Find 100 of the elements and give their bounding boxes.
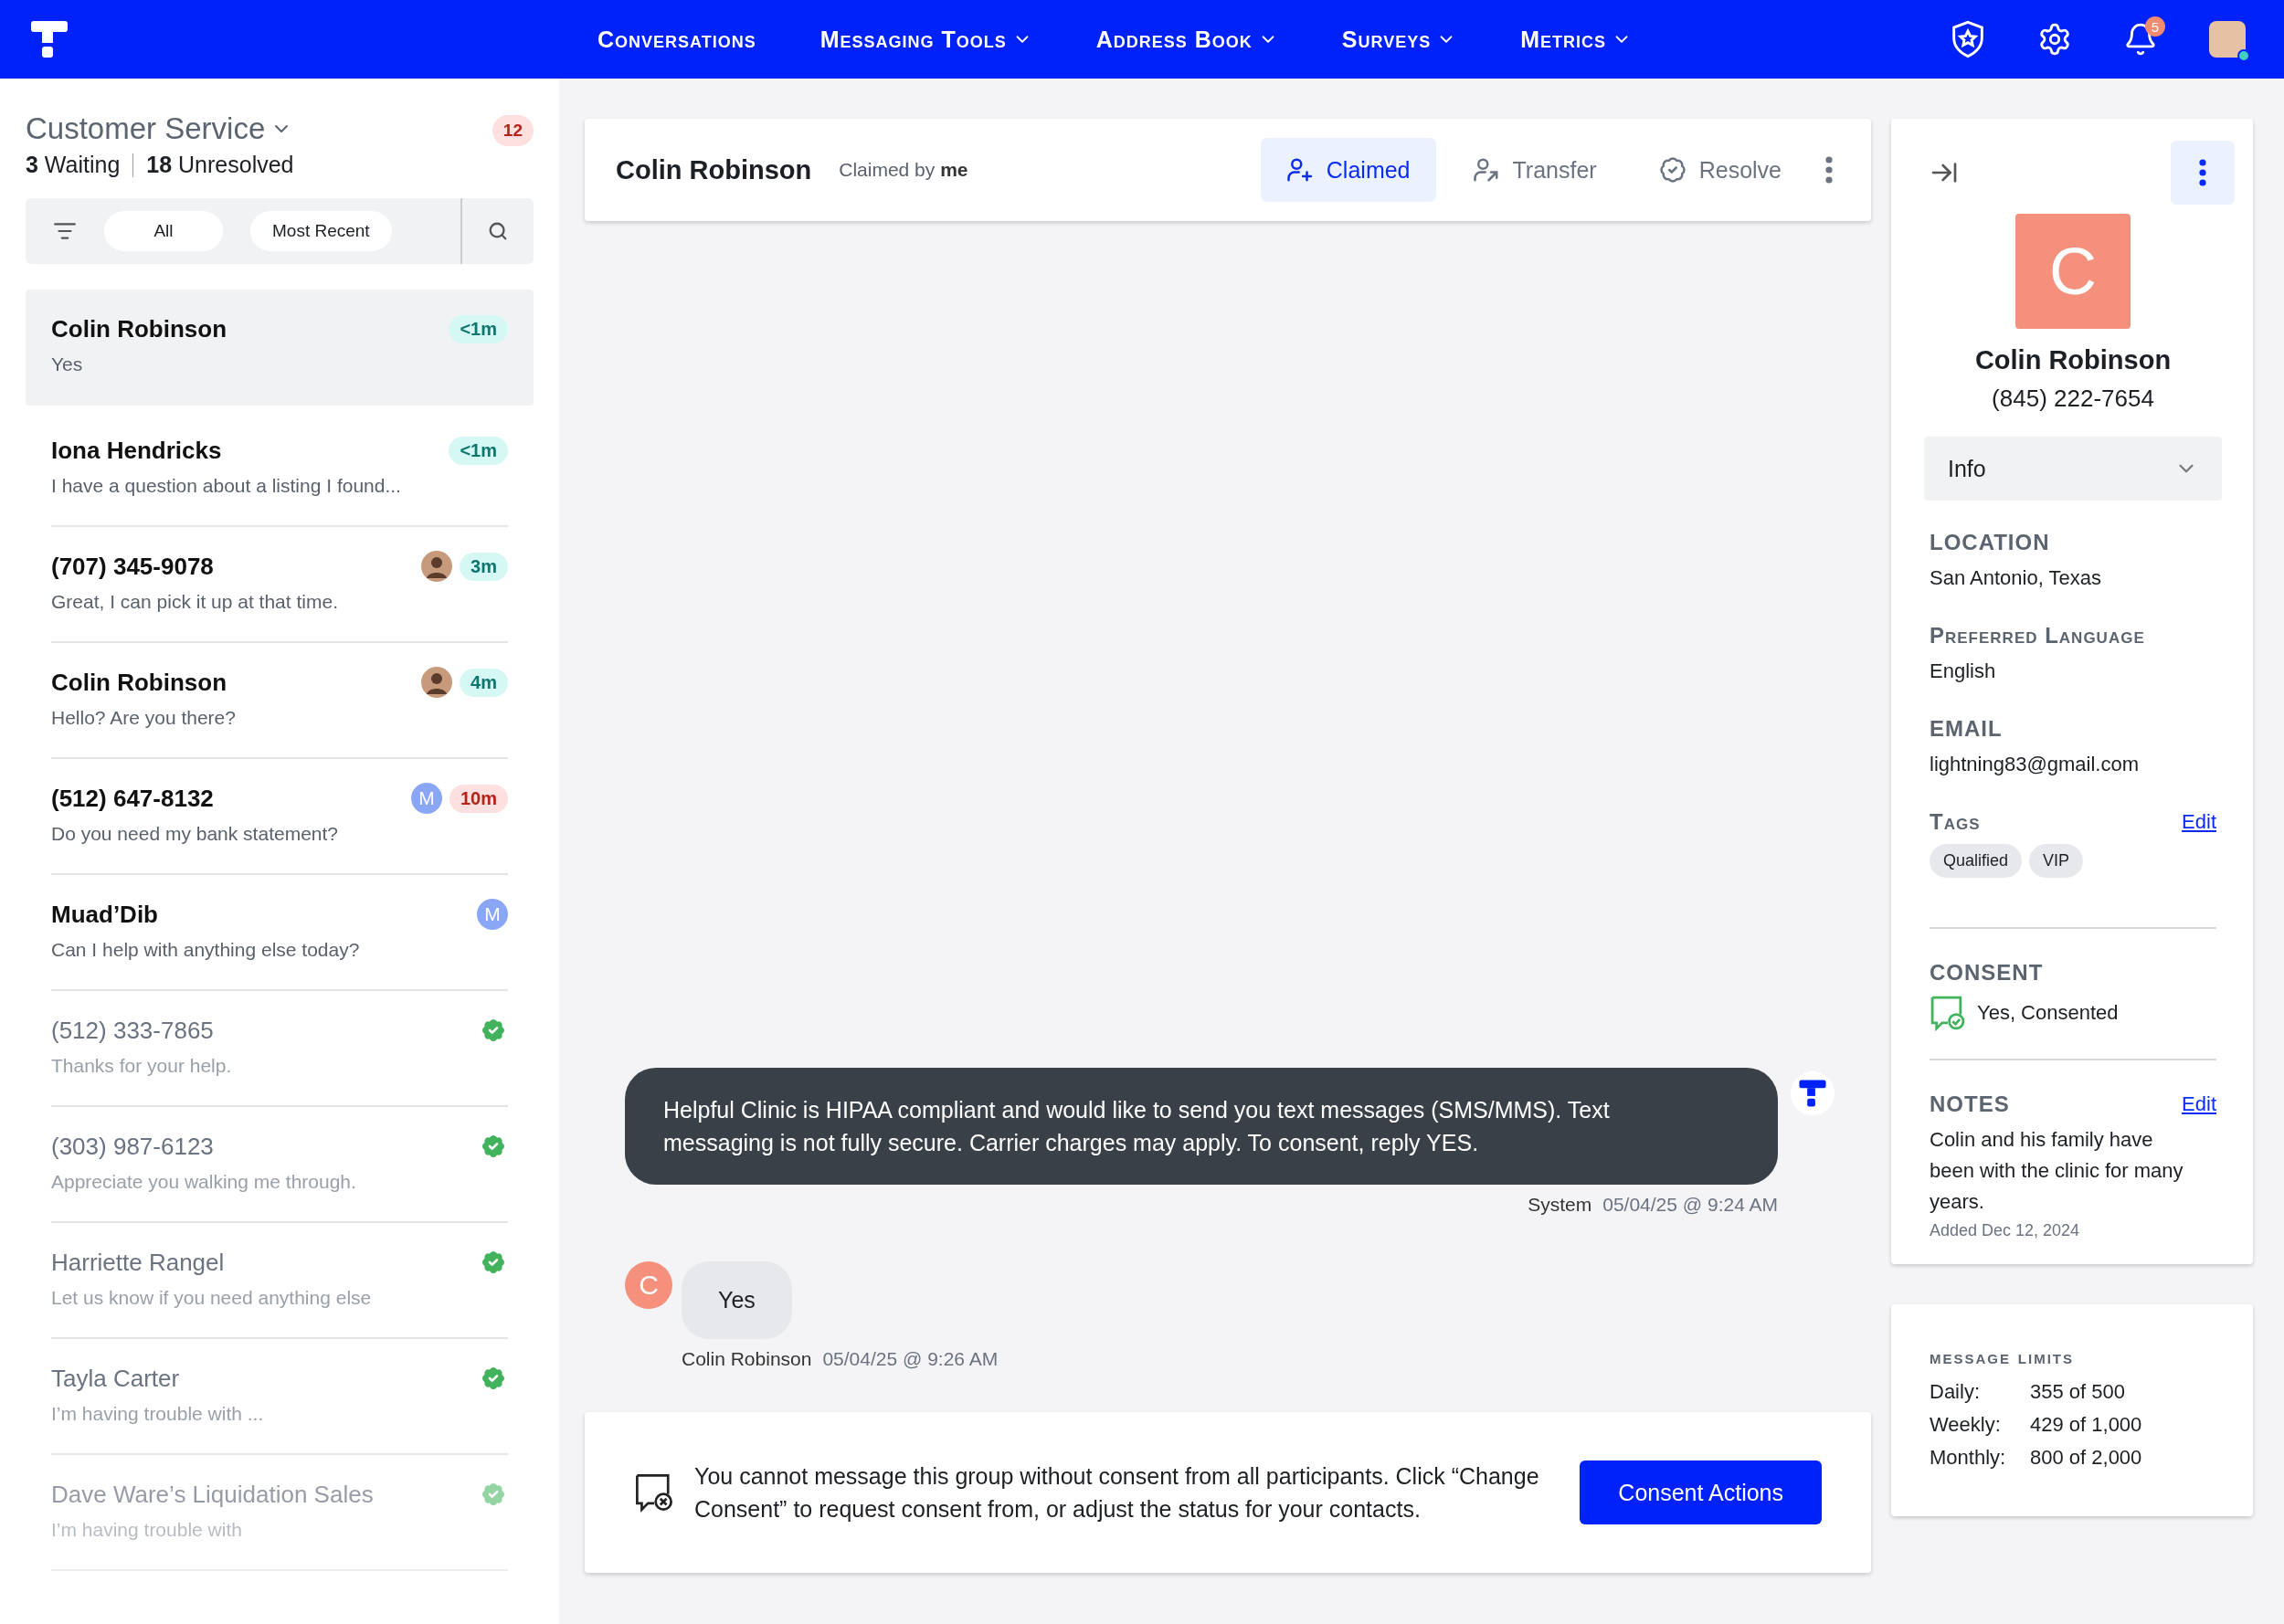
more-icon <box>1825 156 1833 184</box>
action-button[interactable]: Transfer <box>1446 138 1623 202</box>
more-icon <box>2199 159 2206 186</box>
search-icon <box>488 221 508 241</box>
contact-name: (512) 647-8132 <box>51 784 214 813</box>
bell-icon[interactable] <box>2123 22 2158 57</box>
conversation-item[interactable]: (512) 647-8132 M 10m Do you need my bank statement? <box>51 759 508 875</box>
contact-name: Harriette Rangel <box>51 1248 225 1277</box>
notice-text: You cannot message this group without consent from all participants. Click “Change Consent” to request consent from, or adjust the status for your contacts. <box>694 1462 1540 1524</box>
user-avatar <box>421 551 453 582</box>
edit-link[interactable]: Edit <box>2182 810 2216 834</box>
user-arrow-icon <box>1472 156 1500 184</box>
nav-menu-item[interactable]: Messaging Tools <box>819 26 1032 53</box>
message-preview: Great, I can pick it up at that time. <box>51 591 339 613</box>
user-plus-icon <box>1285 156 1314 184</box>
conversation-item[interactable]: (707) 345-9078 3m Great, I can pick it up at that time. <box>51 527 508 643</box>
contact-phone: (845) 222-7654 <box>1991 385 2155 413</box>
tag-chip: VIP <box>2029 844 2084 878</box>
settings-icon[interactable] <box>2037 22 2072 57</box>
time-badge: 3m <box>460 552 508 581</box>
conversation-item[interactable]: Iona Hendricks <1m I have a question about a listing I found... <box>51 411 508 527</box>
contact-name: Muad’Dib <box>51 900 158 929</box>
action-button[interactable]: Claimed <box>1260 138 1436 202</box>
user-avatar <box>421 667 453 698</box>
inbox-selector[interactable]: Customer Service <box>26 111 293 146</box>
more-button[interactable] <box>2171 141 2235 205</box>
message-preview: Can I help with anything else today? <box>51 939 361 961</box>
conversation-item[interactable]: (512) 333-7865 Thanks for your help. <box>51 991 508 1107</box>
contact-name: Dave Ware’s Liquidation Sales <box>51 1480 374 1509</box>
message-preview: Let us know if you need anything else <box>51 1287 373 1309</box>
message-bubble: Yes <box>682 1261 792 1339</box>
message-preview: I have a question about a listing I found... <box>51 475 402 497</box>
time-badge: <1m <box>449 436 508 465</box>
unresolved-count: 18 Unresolved <box>146 152 294 178</box>
contact-name: Iona Hendricks <box>51 436 222 465</box>
message-preview: Yes <box>51 353 84 375</box>
logo-icon <box>29 19 69 59</box>
field-label: NOTES <box>1930 1091 2010 1117</box>
card-title: message limits <box>1930 1346 2075 1368</box>
nav-menu-item[interactable]: Conversations <box>597 26 756 53</box>
contact-name: (303) 987-6123 <box>51 1132 214 1161</box>
contact-name: Colin Robinson <box>1973 345 2173 375</box>
chat-title: Colin Robinson <box>616 154 812 185</box>
time-badge: 10m <box>449 784 508 813</box>
limit-label: Monthly: <box>1930 1445 2007 1471</box>
message-check-icon <box>1930 995 1966 1031</box>
contact-name: Colin Robinson <box>51 668 227 697</box>
limit-label: Weekly: <box>1930 1412 2002 1438</box>
field-label: Tags <box>1930 809 1981 835</box>
section-dropdown[interactable]: Info <box>1924 437 2222 501</box>
nav-menu-item[interactable]: Surveys <box>1341 26 1457 53</box>
count-badge: 12 <box>492 115 534 146</box>
waiting-count: 3 Waiting <box>26 152 121 178</box>
conversation-item[interactable]: Colin Robinson <1m Yes <box>26 290 534 406</box>
contact-avatar: C <box>2015 214 2131 329</box>
message-preview: I’m having trouble with <box>51 1519 243 1541</box>
shield-icon[interactable] <box>1950 20 1986 58</box>
message-preview: Do you need my bank statement? <box>51 823 339 845</box>
contact-name: (512) 333-7865 <box>51 1016 214 1045</box>
message-preview: Appreciate you walking me through. <box>51 1171 357 1193</box>
message-preview: I’m having trouble with ... <box>51 1403 265 1425</box>
tag-chip: Qualified <box>1930 844 2023 878</box>
time-badge: 4m <box>460 668 508 697</box>
logo-icon <box>1798 1079 1827 1108</box>
conversation-item[interactable]: (303) 987-6123 Appreciate you walking me through. <box>51 1107 508 1223</box>
field-label: CONSENT <box>1930 960 2045 986</box>
notes-date: Added Dec 12, 2024 <box>1930 1221 2081 1240</box>
message-bubble: Helpful Clinic is HIPAA compliant and would like to send you text messages (SMS/MMS). Text messaging is not fully secure. Carrier charges may apply. To consent, reply YES. <box>625 1068 1778 1185</box>
check-badge-icon <box>1658 156 1687 184</box>
conversation-item[interactable]: Muad’Dib M Can I help with anything else today? <box>51 875 508 991</box>
consent-status: Yes, Consented <box>1977 1001 2119 1025</box>
timestamp: 05/04/25 @ 9:24 AM <box>1602 1194 1778 1216</box>
filter-pill[interactable]: All <box>104 211 223 251</box>
conversation-item[interactable]: Tayla Carter I’m having trouble with ... <box>51 1339 508 1455</box>
nav-menu-item[interactable]: Metrics <box>1520 26 1633 53</box>
contact-avatar: C <box>625 1261 672 1309</box>
message-x-icon <box>634 1472 674 1513</box>
action-button[interactable]: Resolve <box>1633 138 1807 202</box>
contact-name: (707) 345-9078 <box>51 552 214 581</box>
field-label: Preferred Language <box>1930 623 2146 649</box>
limit-label: Daily: <box>1930 1379 1981 1405</box>
sender-name: System <box>1528 1194 1592 1216</box>
conversation-item[interactable]: Harriette Rangel Let us know if you need anything else <box>51 1223 508 1339</box>
edit-link[interactable]: Edit <box>2182 1092 2216 1116</box>
user-avatar: M <box>477 899 508 930</box>
conversation-item[interactable]: Colin Robinson 4m Hello? Are you there? <box>51 643 508 759</box>
nav-menu-item[interactable]: Address Book <box>1095 26 1278 53</box>
field-value: English <box>1930 659 1997 684</box>
sender-name: Colin Robinson <box>682 1348 812 1370</box>
contact-name: Tayla Carter <box>51 1364 180 1393</box>
time-badge: <1m <box>449 314 508 343</box>
contact-name: Colin Robinson <box>51 314 227 343</box>
notification-badge: 5 <box>2145 16 2165 37</box>
user-avatar: M <box>410 783 442 814</box>
field-value: lightning83@gmail.com <box>1930 752 2140 777</box>
limit-value: 355 of 500 <box>2030 1379 2126 1405</box>
filter-pill[interactable]: Most Recent <box>250 211 392 251</box>
field-value: San Antonio, Texas <box>1930 565 2102 591</box>
message-preview: Thanks for your help. <box>51 1055 233 1077</box>
consent-actions-button[interactable]: Consent Actions <box>1580 1461 1822 1524</box>
